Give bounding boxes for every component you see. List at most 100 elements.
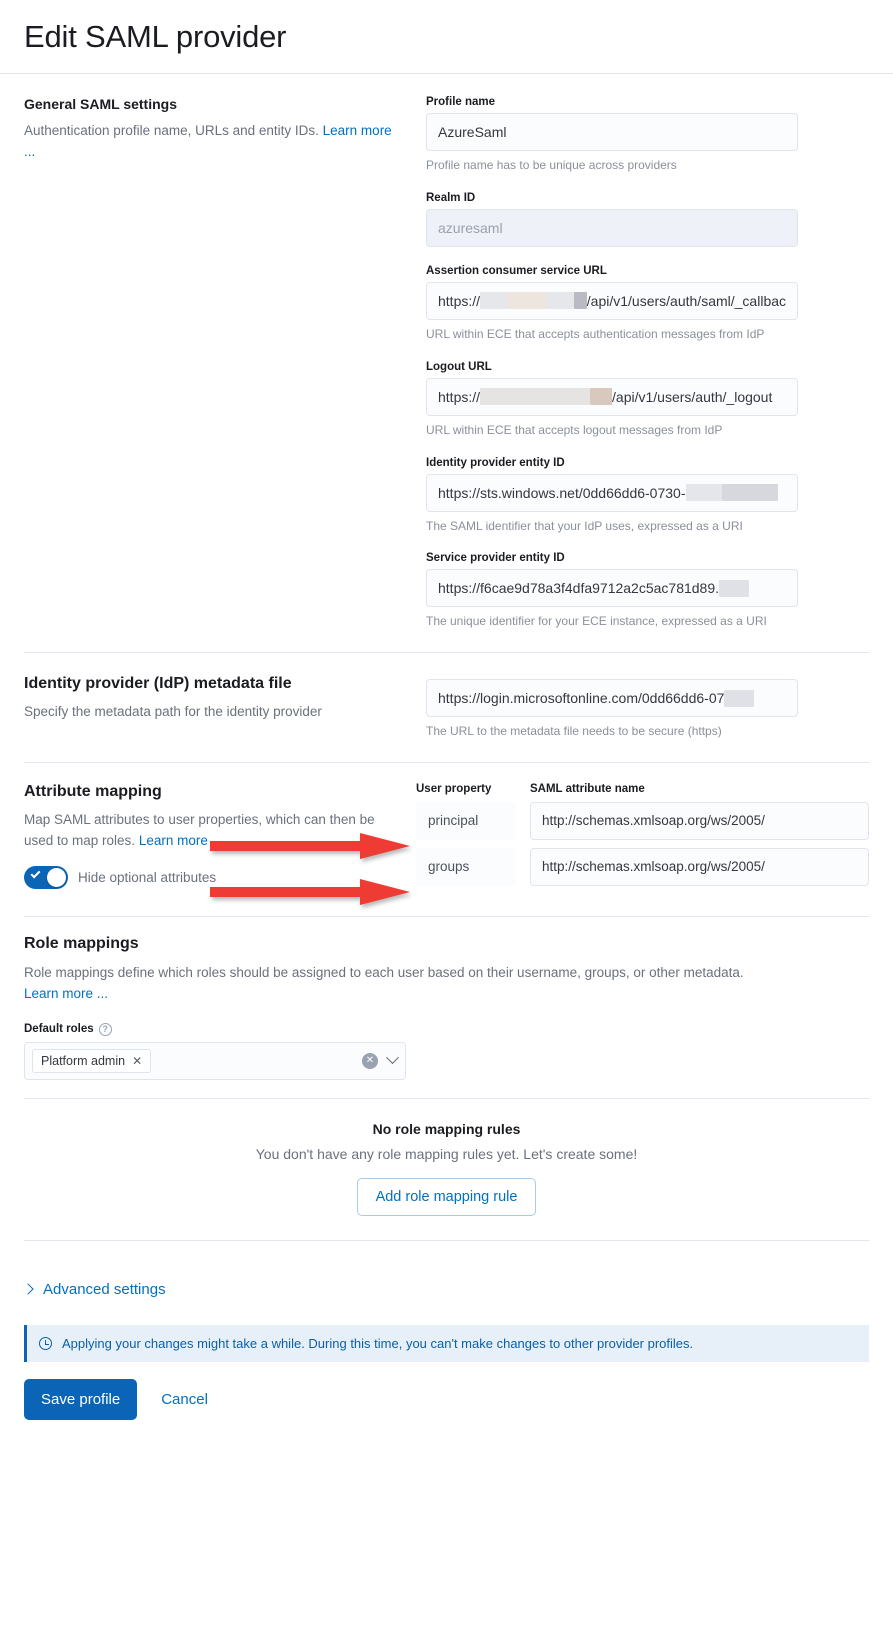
service-provider-entity-id-field: Service provider entity ID https://f6cae… [426,552,869,630]
sp-entity-id-label: Service provider entity ID [426,552,565,565]
idp-metadata-description: Specify the metadata path for the identi… [24,704,322,720]
apply-changes-callout: Applying your changes might take a while… [24,1324,869,1362]
realm-id-value: azuresaml [438,219,503,236]
redaction-block [590,388,613,406]
hide-optional-attributes-toggle[interactable] [24,865,68,889]
advanced-settings-label: Advanced settings [43,1280,166,1298]
redaction-block [719,579,750,597]
role-pill-platform-admin[interactable]: Platform admin ✕ [32,1048,152,1073]
logout-url-help: URL within ECE that accepts logout messa… [426,422,723,437]
saml-attribute-name-input-principal[interactable]: http://schemas.xmlsoap.org/ws/2005/ [530,801,869,840]
redaction-block [546,292,574,310]
page-title: Edit SAML provider [24,19,287,54]
table-row: groups [416,847,516,886]
clear-selection-icon[interactable]: ✕ [362,1052,378,1069]
saml-attribute-name-input-groups[interactable]: http://schemas.xmlsoap.org/ws/2005/ [530,847,869,886]
profile-name-field: Profile name AzureSaml Profile name has … [426,96,869,174]
idp-metadata-url-input[interactable]: https://login.microsoftonline.com/0dd66d… [426,679,798,718]
attribute-mapping-learn-more-link[interactable]: Learn more ... [139,833,223,848]
user-property-column-header: User property [416,782,492,795]
role-mappings-description-text: Role mappings define which roles should … [24,964,744,980]
attribute-mapping-heading: Attribute mapping [24,782,162,800]
general-settings-description-text: Authentication profile name, URLs and en… [24,123,323,139]
user-property-value: principal [428,813,479,829]
add-role-mapping-rule-button[interactable]: Add role mapping rule [356,1177,537,1216]
idp-metadata-description-column: Identity provider (IdP) metadata file Sp… [24,675,416,740]
user-property-column: User property principal groups [416,783,516,894]
sp-entity-id-value: https://f6cae9d78a3f4dfa9712a2c5ac781d89… [438,580,720,597]
redaction-block [685,484,722,502]
sp-entity-id-input[interactable]: https://f6cae9d78a3f4dfa9712a2c5ac781d89… [426,569,798,608]
logout-url-field: Logout URL https:// /api/v1/users/auth/_l… [426,361,869,439]
profile-name-label: Profile name [426,96,496,109]
redaction-block [480,292,508,310]
redaction-block [721,484,778,502]
section-divider [24,1239,869,1241]
default-roles-label-row: Default roles ? [24,1022,869,1036]
form-actions: Save profile Cancel [24,1378,869,1420]
idp-entity-id-value: https://sts.windows.net/0dd66dd6-0730- [438,484,686,501]
clock-icon [39,1336,52,1350]
general-settings-fields-column: Profile name AzureSaml Profile name has … [426,96,869,630]
logout-url-input[interactable]: https:// /api/v1/users/auth/_logout [426,377,798,416]
role-mappings-section: Role mappings Role mappings define which… [0,917,893,1080]
redaction-block [507,292,547,310]
attribute-mapping-section: Attribute mapping Map SAML attributes to… [0,763,893,912]
logout-url-suffix: /api/v1/users/auth/_logout [612,388,773,405]
page-header: Edit SAML provider [0,0,893,75]
combobox-actions: ✕ [362,1051,399,1069]
idp-entity-id-help: The SAML identifier that your IdP uses, … [426,518,743,533]
acs-url-help: URL within ECE that accepts authenticati… [426,326,765,341]
help-circle-icon[interactable]: ? [98,1022,112,1036]
table-row: principal [416,801,516,840]
saml-attribute-name-column-header: SAML attribute name [530,782,645,795]
hide-optional-attributes-row: Hide optional attributes [24,865,392,889]
acs-url-input[interactable]: https:// /api/v1/users/auth/saml/_callbac [426,281,798,320]
acs-url-label: Assertion consumer service URL [426,264,607,277]
redaction-block [480,388,591,406]
idp-metadata-url-value: https://login.microsoftonline.com/0dd66d… [438,690,725,707]
saml-attribute-name-column: SAML attribute name http://schemas.xmlso… [530,783,869,894]
general-settings-heading: General SAML settings [24,96,178,113]
realm-id-input: azuresaml [426,208,798,247]
profile-name-value: AzureSaml [438,124,507,141]
hide-optional-attributes-label: Hide optional attributes [78,869,217,885]
idp-metadata-section: Identity provider (IdP) metadata file Sp… [0,653,893,758]
empty-state-title: No role mapping rules [372,1120,521,1137]
default-roles-combobox[interactable]: Platform admin ✕ ✕ [24,1041,406,1080]
logout-url-prefix: https:// [438,388,481,405]
sp-entity-id-help: The unique identifier for your ECE insta… [426,614,767,629]
general-settings-description-column: General SAML settings Authentication pro… [24,96,416,630]
chevron-down-icon[interactable] [386,1051,399,1065]
idp-entity-id-label: Identity provider entity ID [426,456,565,469]
idp-metadata-heading: Identity provider (IdP) metadata file [24,675,292,693]
callout-text: Applying your changes might take a while… [62,1335,694,1351]
role-mappings-learn-more-link[interactable]: Learn more ... [24,986,108,1001]
user-property-value: groups [428,859,470,875]
acs-url-prefix: https:// [438,292,481,309]
attribute-mapping-table: User property principal groups SAML attr… [416,783,869,894]
profile-name-input[interactable]: AzureSaml [426,113,798,152]
idp-metadata-field-column: https://login.microsoftonline.com/0dd66d… [426,675,869,740]
cancel-button[interactable]: Cancel [161,1391,208,1408]
advanced-settings-toggle[interactable]: Advanced settings [22,1280,869,1298]
save-profile-button[interactable]: Save profile [24,1378,138,1420]
close-icon[interactable]: ✕ [132,1054,142,1068]
profile-name-help: Profile name has to be unique across pro… [426,158,677,173]
check-icon [30,868,41,879]
role-mapping-rules-empty-state: No role mapping rules You don't have any… [24,1097,869,1240]
idp-entity-id-input[interactable]: https://sts.windows.net/0dd66dd6-0730- [426,473,798,512]
general-saml-settings-section: General SAML settings Authentication pro… [0,74,893,648]
acs-url-suffix: /api/v1/users/auth/saml/_callbac [586,292,787,309]
role-pill-label: Platform admin [41,1053,126,1068]
general-settings-description: Authentication profile name, URLs and en… [24,121,392,163]
attribute-mapping-description-column: Attribute mapping Map SAML attributes to… [24,782,416,905]
redaction-block [724,689,755,707]
identity-provider-entity-id-field: Identity provider entity ID https://sts.… [426,457,869,535]
realm-id-field: Realm ID azuresaml [426,192,869,247]
toggle-knob [47,867,66,887]
role-mappings-heading: Role mappings [24,934,139,952]
logout-url-label: Logout URL [426,360,492,373]
chevron-right-icon [22,1283,34,1295]
redaction-block [573,292,587,310]
